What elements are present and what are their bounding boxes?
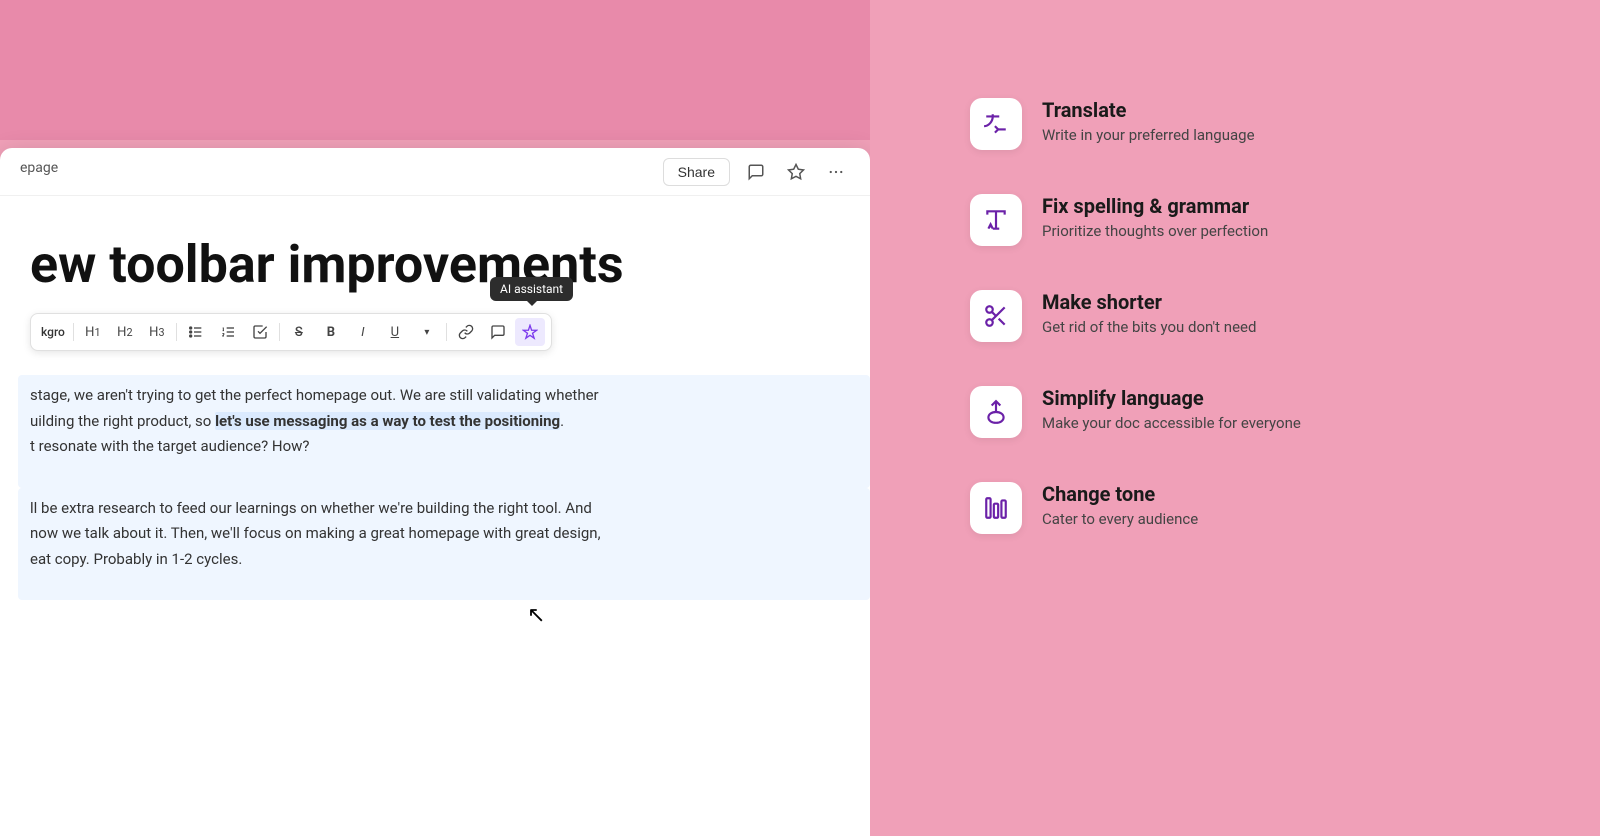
link-button[interactable] bbox=[451, 318, 481, 346]
shorter-desc: Get rid of the bits you don't need bbox=[1042, 318, 1520, 336]
scissors-icon bbox=[970, 290, 1022, 342]
formatting-toolbar: kgro H1 H2 H3 bbox=[30, 313, 552, 351]
bold-button[interactable]: B bbox=[316, 318, 346, 346]
h2-button[interactable]: H2 bbox=[110, 318, 140, 346]
spelling-text: Fix spelling & grammar Prioritize though… bbox=[1042, 194, 1520, 240]
ai-tooltip: AI assistant bbox=[490, 277, 573, 301]
underline-dropdown[interactable]: ▾ bbox=[412, 318, 442, 346]
spelling-title: Fix spelling & grammar bbox=[1042, 194, 1520, 218]
doc-window: epage Share bbox=[0, 148, 870, 836]
share-button[interactable]: Share bbox=[663, 158, 730, 186]
selected-text-block: stage, we aren't trying to get the perfe… bbox=[18, 375, 870, 488]
bullet-list-button[interactable] bbox=[181, 318, 211, 346]
strikethrough-button[interactable]: S bbox=[284, 318, 314, 346]
main-container: epage Share bbox=[0, 0, 1600, 836]
toolbar-divider-4 bbox=[446, 323, 447, 341]
numbered-list-button[interactable] bbox=[213, 318, 243, 346]
tone-title: Change tone bbox=[1042, 482, 1520, 506]
simplify-feature[interactable]: Simplify language Make your doc accessib… bbox=[950, 368, 1540, 456]
spelling-desc: Prioritize thoughts over perfection bbox=[1042, 222, 1520, 240]
change-tone-feature[interactable]: Change tone Cater to every audience bbox=[950, 464, 1540, 552]
translate-title: Translate bbox=[1042, 98, 1520, 122]
comment-icon[interactable] bbox=[742, 158, 770, 186]
shorter-text: Make shorter Get rid of the bits you don… bbox=[1042, 290, 1520, 336]
tone-text: Change tone Cater to every audience bbox=[1042, 482, 1520, 528]
toolbar-divider-3 bbox=[279, 323, 280, 341]
paragraph-2: ll be extra research to feed our learnin… bbox=[30, 496, 670, 573]
translate-text: Translate Write in your preferred langua… bbox=[1042, 98, 1520, 144]
translate-feature[interactable]: Translate Write in your preferred langua… bbox=[950, 80, 1540, 168]
tone-icon bbox=[970, 482, 1022, 534]
simplify-icon bbox=[970, 386, 1022, 438]
simplify-desc: Make your doc accessible for everyone bbox=[1042, 414, 1520, 432]
h1-button[interactable]: H1 bbox=[78, 318, 108, 346]
highlighted-bold-text: let's use messaging as a way to test the… bbox=[215, 412, 560, 430]
spelling-icon bbox=[970, 194, 1022, 246]
doc-title: ew toolbar improvements bbox=[30, 236, 870, 293]
simplify-title: Simplify language bbox=[1042, 386, 1520, 410]
simplify-text: Simplify language Make your doc accessib… bbox=[1042, 386, 1520, 432]
text-style-selector[interactable]: kgro bbox=[37, 318, 69, 346]
star-icon[interactable] bbox=[782, 158, 810, 186]
selected-text-block-2: ll be extra research to feed our learnin… bbox=[18, 488, 870, 601]
fix-spelling-feature[interactable]: Fix spelling & grammar Prioritize though… bbox=[950, 176, 1540, 264]
inline-comment-button[interactable] bbox=[483, 318, 513, 346]
toolbar-divider-1 bbox=[73, 323, 74, 341]
more-options-icon[interactable] bbox=[822, 158, 850, 186]
ai-assistant-button[interactable] bbox=[515, 318, 545, 346]
toolbar-divider-2 bbox=[176, 323, 177, 341]
tone-desc: Cater to every audience bbox=[1042, 510, 1520, 528]
h3-button[interactable]: H3 bbox=[142, 318, 172, 346]
breadcrumb: epage bbox=[20, 160, 58, 176]
ai-features-panel: Translate Write in your preferred langua… bbox=[870, 0, 1600, 836]
doc-panel: epage Share bbox=[0, 0, 870, 836]
translate-icon bbox=[970, 98, 1022, 150]
doc-content: ew toolbar improvements AI assistant kgr… bbox=[0, 196, 870, 640]
checklist-button[interactable] bbox=[245, 318, 275, 346]
shorter-title: Make shorter bbox=[1042, 290, 1520, 314]
paragraph-1: stage, we aren't trying to get the perfe… bbox=[30, 383, 670, 460]
doc-header: epage Share bbox=[0, 148, 870, 196]
toolbar-container: AI assistant kgro H1 H2 H3 bbox=[30, 313, 870, 351]
translate-desc: Write in your preferred language bbox=[1042, 126, 1520, 144]
underline-button[interactable]: U bbox=[380, 318, 410, 346]
make-shorter-feature[interactable]: Make shorter Get rid of the bits you don… bbox=[950, 272, 1540, 360]
header-actions: Share bbox=[663, 158, 850, 186]
italic-button[interactable]: I bbox=[348, 318, 378, 346]
